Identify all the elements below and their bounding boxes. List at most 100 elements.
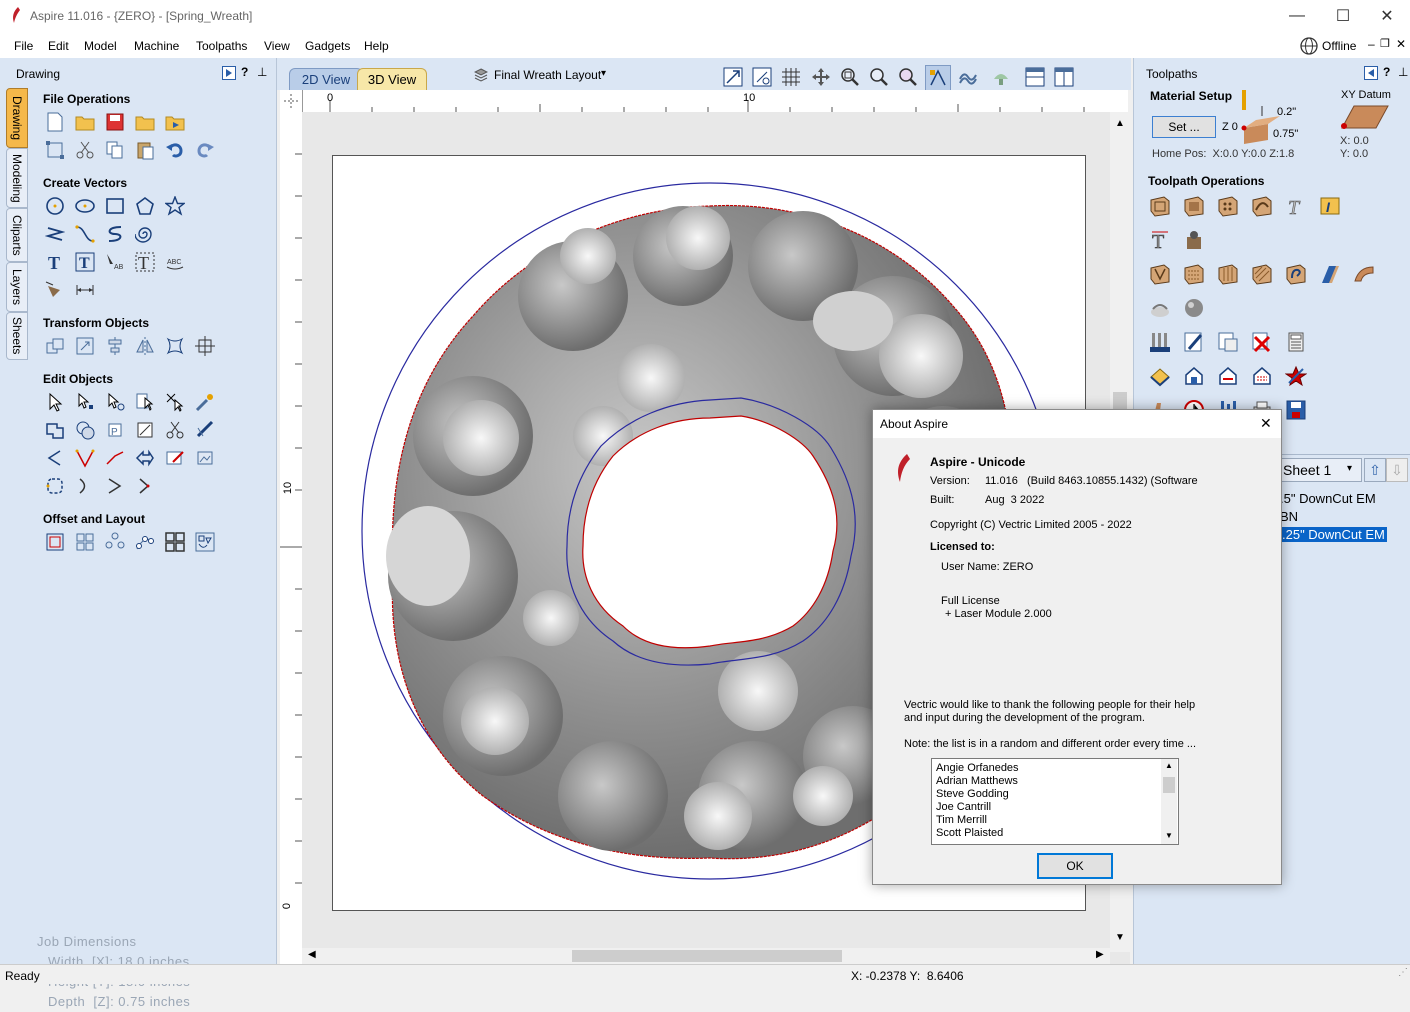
paste-icon[interactable] bbox=[133, 138, 157, 162]
xy-datum-icon[interactable] bbox=[1340, 104, 1390, 130]
angle-icon[interactable] bbox=[43, 446, 67, 470]
menu-gadgets[interactable]: Gadgets bbox=[305, 39, 350, 53]
tab-vector-icon[interactable] bbox=[133, 474, 157, 498]
toolpath-list-item[interactable]: BN bbox=[1280, 508, 1387, 526]
node-edit-icon[interactable] bbox=[73, 390, 97, 414]
horizontal-scrollbar[interactable]: ◀ ▶ bbox=[302, 948, 1110, 964]
adjust-text-icon[interactable]: T bbox=[133, 250, 157, 274]
fluting-toolpath-icon[interactable] bbox=[1148, 262, 1172, 286]
wreath-inner-hole[interactable] bbox=[582, 415, 838, 649]
edit-toolpath-icon[interactable] bbox=[1182, 330, 1206, 354]
wrapped-toolpath-icon[interactable] bbox=[1318, 262, 1342, 286]
profile-toolpath-icon[interactable] bbox=[1148, 194, 1172, 218]
contributors-scrollbar[interactable]: ▲ ▼ bbox=[1161, 759, 1177, 844]
job-time-estimate-icon[interactable] bbox=[1284, 330, 1308, 354]
menu-file[interactable]: File bbox=[14, 39, 33, 53]
scissors-icon[interactable] bbox=[163, 418, 187, 442]
import-folder-icon[interactable] bbox=[163, 110, 187, 134]
toolpath-templates-icon[interactable] bbox=[1284, 364, 1308, 388]
inlay-toolpath-icon[interactable]: I bbox=[1318, 194, 1342, 218]
toolpath-summary-icon[interactable] bbox=[1216, 364, 1240, 388]
select-icon[interactable] bbox=[43, 390, 67, 414]
auto-layout-text-icon[interactable]: T bbox=[73, 250, 97, 274]
horizontal-scroll-thumb[interactable] bbox=[572, 950, 842, 962]
spiral-icon[interactable] bbox=[133, 222, 157, 246]
measure-icon[interactable] bbox=[73, 278, 97, 302]
contributors-list[interactable]: Angie Orfanedes Adrian Matthews Steve Go… bbox=[931, 758, 1179, 845]
curve-segment-icon[interactable] bbox=[73, 474, 97, 498]
moulding-toolpath-icon[interactable] bbox=[1182, 228, 1206, 252]
zoom-all-icon[interactable] bbox=[867, 65, 891, 89]
about-dialog-close-icon[interactable]: ✕ bbox=[1260, 415, 1272, 432]
fillet-icon[interactable] bbox=[133, 418, 157, 442]
layout-dropdown-icon[interactable]: ▾ bbox=[601, 68, 606, 79]
save-icon[interactable] bbox=[103, 110, 127, 134]
scroll-up-icon[interactable]: ▲ bbox=[1165, 761, 1173, 770]
curve-icon[interactable] bbox=[73, 222, 97, 246]
open-folder-icon[interactable] bbox=[133, 110, 157, 134]
grid-icon[interactable] bbox=[779, 65, 803, 89]
circular-array-icon[interactable] bbox=[103, 530, 127, 554]
snap-grid-icon[interactable] bbox=[750, 65, 774, 89]
zoom-selected-icon[interactable] bbox=[896, 65, 920, 89]
chamfer-toolpath-icon[interactable] bbox=[1216, 262, 1240, 286]
dock-arrow-icon[interactable] bbox=[222, 66, 236, 80]
scroll-down-icon[interactable]: ▼ bbox=[1115, 932, 1125, 943]
delete-toolpath-icon[interactable] bbox=[1250, 330, 1274, 354]
menu-help[interactable]: Help bbox=[364, 39, 389, 53]
maximize-button[interactable]: ☐ bbox=[1320, 0, 1366, 32]
circle-icon[interactable] bbox=[43, 194, 67, 218]
show-vectors-icon[interactable] bbox=[925, 65, 951, 91]
select-all-icon[interactable] bbox=[133, 390, 157, 414]
auto-nest-icon[interactable] bbox=[193, 530, 217, 554]
tool-database-icon[interactable] bbox=[1148, 330, 1172, 354]
save-nc-file-icon[interactable] bbox=[1284, 398, 1308, 422]
ok-button[interactable]: OK bbox=[1037, 853, 1113, 879]
minimize-button[interactable]: — bbox=[1274, 0, 1320, 32]
copy-icon[interactable] bbox=[103, 138, 127, 162]
material-set-button[interactable]: Set ... bbox=[1152, 116, 1216, 138]
vector-doctor-icon[interactable] bbox=[193, 390, 217, 414]
chamfer-icon[interactable] bbox=[73, 446, 97, 470]
help-icon[interactable]: ? bbox=[241, 65, 248, 79]
smooth-icon[interactable] bbox=[193, 418, 217, 442]
mdi-min-icon[interactable]: ‒ bbox=[1368, 37, 1375, 51]
roughing-toolpath-icon[interactable] bbox=[1352, 262, 1376, 286]
dimension-icon[interactable] bbox=[43, 278, 67, 302]
tab-layers[interactable]: Layers bbox=[6, 262, 28, 312]
3d-finishing-icon[interactable] bbox=[1182, 296, 1206, 320]
spline-icon[interactable] bbox=[103, 222, 127, 246]
ruler-corner[interactable] bbox=[280, 90, 303, 113]
menu-model[interactable]: Model bbox=[84, 39, 117, 53]
interactive-select-icon[interactable] bbox=[103, 390, 127, 414]
subtract-icon[interactable] bbox=[73, 418, 97, 442]
close-button[interactable]: ✕ bbox=[1364, 0, 1410, 32]
tab-modeling[interactable]: Modeling bbox=[6, 148, 28, 208]
polyline-icon[interactable] bbox=[43, 222, 67, 246]
nesting-icon[interactable] bbox=[163, 530, 187, 554]
tab-drawing[interactable]: Drawing bbox=[6, 88, 28, 148]
ellipse-icon[interactable] bbox=[73, 194, 97, 218]
distort-icon[interactable] bbox=[163, 334, 187, 358]
trim-icon[interactable]: P bbox=[103, 418, 127, 442]
resize-grip-icon[interactable]: ⋰ bbox=[1398, 967, 1408, 978]
tile-vertical-icon[interactable] bbox=[1052, 65, 1076, 89]
new-file-icon[interactable] bbox=[43, 110, 67, 134]
align-icon[interactable] bbox=[103, 334, 127, 358]
help-icon[interactable]: ? bbox=[1383, 65, 1390, 79]
texture-toolpath-icon[interactable] bbox=[1182, 262, 1206, 286]
save-toolpath-icon[interactable] bbox=[1182, 364, 1206, 388]
zoom-to-job-icon[interactable] bbox=[721, 65, 745, 89]
image-trace-icon[interactable] bbox=[193, 446, 217, 470]
pan-icon[interactable] bbox=[809, 65, 833, 89]
show-toolpaths-icon[interactable] bbox=[956, 65, 980, 89]
rectangle-icon[interactable] bbox=[103, 194, 127, 218]
menu-view[interactable]: View bbox=[264, 39, 290, 53]
drilling-toolpath-icon[interactable] bbox=[1216, 194, 1240, 218]
offset-edit-icon[interactable] bbox=[163, 446, 187, 470]
contributors-scroll-thumb[interactable] bbox=[1163, 777, 1175, 793]
weld-icon[interactable] bbox=[43, 418, 67, 442]
text-icon[interactable]: T bbox=[43, 250, 67, 274]
mirror-icon[interactable] bbox=[133, 334, 157, 358]
quick-engrave-icon[interactable] bbox=[1250, 194, 1274, 218]
